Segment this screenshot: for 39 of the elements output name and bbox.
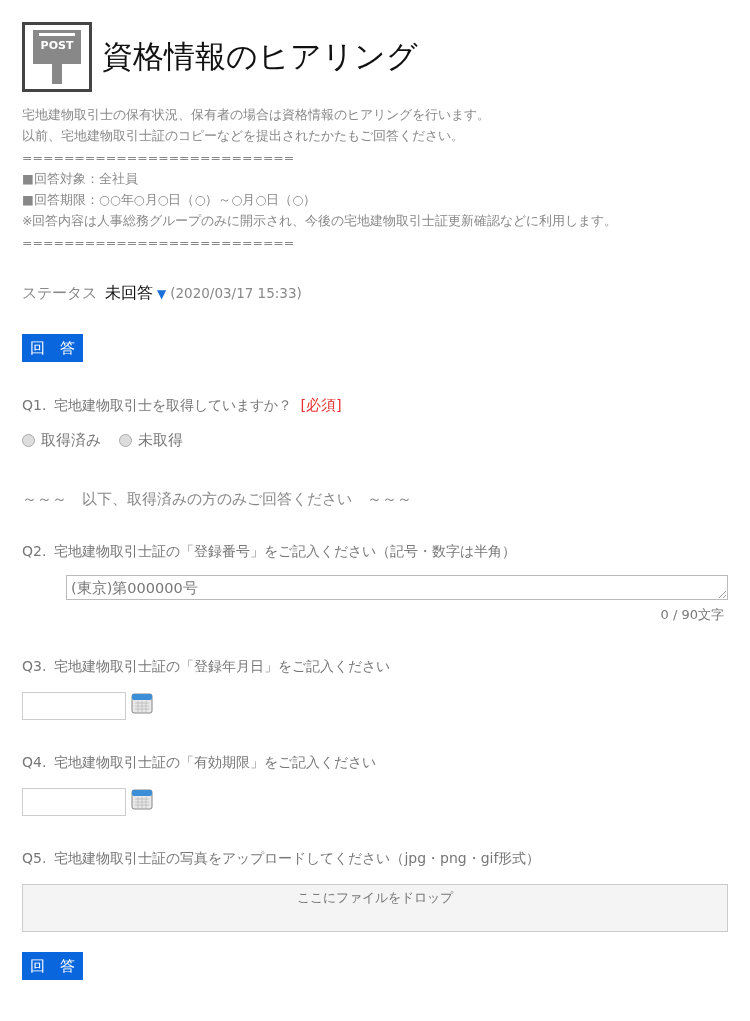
radio-label[interactable]: 未取得 bbox=[138, 431, 183, 451]
question-number: Q2. bbox=[22, 543, 47, 560]
question-number: Q5. bbox=[22, 850, 47, 867]
character-counter: 0 / 90文字 bbox=[660, 606, 724, 625]
question-text: 宅地建物取引士証の「有効期限」をご記入ください bbox=[54, 754, 377, 773]
postbox-icon: POST bbox=[22, 22, 92, 92]
radio-button[interactable] bbox=[22, 434, 35, 448]
intro-text: ■回答期限：○○年○月○日（○）～○月○日（○） bbox=[22, 191, 318, 210]
radio-button[interactable] bbox=[119, 434, 132, 448]
status-value: 未回答 bbox=[105, 283, 153, 305]
page-title: 資格情報のヒアリング bbox=[102, 37, 418, 76]
file-drop-zone[interactable]: ここにファイルをドロップ bbox=[22, 884, 728, 933]
required-mark: [必須] bbox=[300, 396, 342, 416]
status-dropdown-caret[interactable]: ▼ bbox=[157, 287, 167, 302]
answer-button[interactable]: 回 答 bbox=[22, 334, 83, 363]
section-note: ～～～ 以下、取得済みの方のみご回答ください ～～～ bbox=[22, 490, 413, 510]
intro-text: ■回答対象：全社員 bbox=[22, 169, 139, 188]
intro-text: ※回答内容は人事総務グループのみに開示され、今後の宅地建物取引士証更新確認などに利用します。 bbox=[22, 212, 619, 231]
answer-button[interactable]: 回 答 bbox=[22, 952, 83, 981]
date-field[interactable] bbox=[22, 788, 126, 817]
calendar-icon[interactable] bbox=[131, 788, 153, 811]
question-number: Q4. bbox=[22, 754, 47, 771]
intro-text: 以前、宅地建物取引士証のコピーなどを提出されたかたもご回答ください。 bbox=[22, 127, 465, 146]
question-text: 宅地建物取引士証の「登録年月日」をご記入ください bbox=[54, 658, 391, 677]
status-timestamp: (2020/03/17 15:33) bbox=[170, 285, 302, 302]
status-label: ステータス bbox=[22, 284, 97, 304]
date-field[interactable] bbox=[22, 692, 126, 721]
intro-text: ========================== bbox=[22, 233, 296, 252]
question-number: Q3. bbox=[22, 658, 47, 675]
text-area[interactable]: (東京)第000000号 bbox=[66, 575, 728, 601]
radio-label[interactable]: 取得済み bbox=[41, 431, 101, 451]
intro-text: 宅地建物取引士の保有状況、保有者の場合は資格情報のヒアリングを行います。 bbox=[22, 106, 491, 124]
question-text: 宅地建物取引士を取得していますか？ bbox=[54, 397, 293, 416]
question-number: Q1. bbox=[22, 397, 47, 414]
question-text: 宅地建物取引士証の「登録番号」をご記入ください（記号・数字は半角） bbox=[54, 543, 517, 562]
question-text: 宅地建物取引士証の写真をアップロードしてください（jpg・png・gif形式） bbox=[54, 850, 541, 869]
intro-text: ========================== bbox=[22, 148, 296, 167]
calendar-icon[interactable] bbox=[131, 692, 153, 715]
resize-grip-icon[interactable] bbox=[718, 590, 726, 599]
